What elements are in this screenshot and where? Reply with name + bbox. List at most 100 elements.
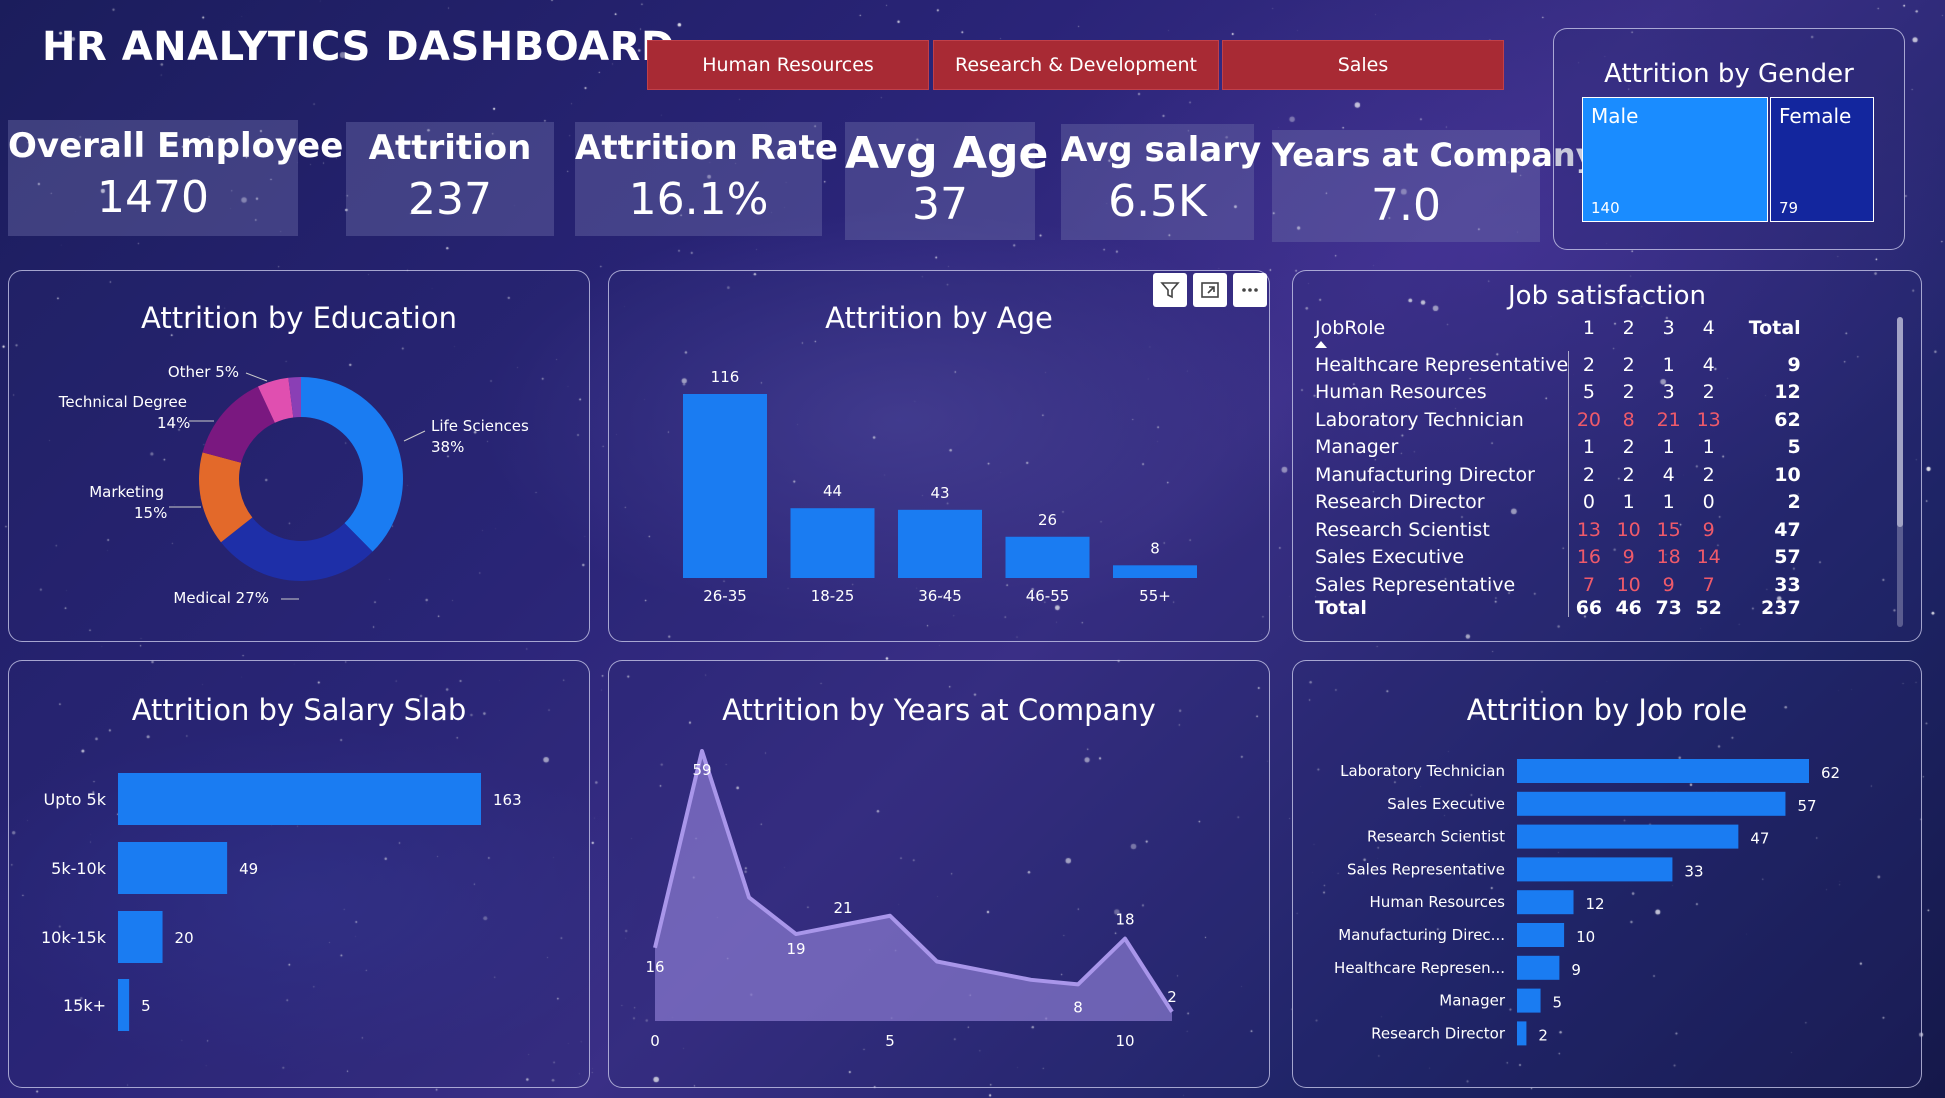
salary-bar [118, 979, 130, 1031]
y-tick-label: Sales Executive [1387, 795, 1505, 813]
bar-value-label: 163 [493, 791, 522, 809]
cell-total: 9 [1787, 353, 1801, 376]
cell-value: 1 [1662, 491, 1675, 514]
area-fill [655, 751, 1172, 1021]
treemap-tile-male[interactable]: Male 140 [1582, 97, 1768, 222]
kpi-label: Avg salary [1061, 130, 1262, 170]
slice-label: Other 5% [168, 363, 239, 381]
cell-value: 1 [1662, 353, 1675, 376]
cell-value: 46 [1615, 596, 1642, 619]
cell-value: 73 [1655, 596, 1682, 619]
column-header-1[interactable]: 1 [1569, 315, 1609, 351]
point-value-label: 16 [645, 958, 664, 976]
table-row[interactable]: Manufacturing Director 2 2 4 2 10 [1315, 461, 1801, 489]
tile-label: Female [1779, 104, 1852, 128]
dept-button-sales[interactable]: Sales [1222, 40, 1504, 90]
x-tick-label: 0 [650, 1032, 660, 1050]
kpi-label: Attrition [368, 128, 532, 168]
table-row[interactable]: Sales Executive 16 9 18 14 57 [1315, 543, 1801, 571]
salary-bar [118, 911, 163, 963]
jobrole-bar [1517, 955, 1560, 980]
column-header-3[interactable]: 3 [1649, 315, 1689, 351]
y-tick-label: Manager [1439, 992, 1506, 1010]
cell-jobrole: Manufacturing Director [1315, 461, 1570, 489]
cell-value: 2 [1622, 353, 1635, 376]
x-tick-label: 55+ [1139, 587, 1171, 605]
cell-value: 5 [1582, 381, 1595, 404]
table-row[interactable]: Research Scientist 13 10 15 9 47 [1315, 516, 1801, 544]
bar-value-label: 2 [1538, 1026, 1548, 1044]
gender-title: Attrition by Gender [1604, 59, 1854, 89]
point-value-label: 18 [1115, 911, 1134, 929]
bar-value-label: 26 [1038, 511, 1057, 529]
cell-value: 8 [1622, 408, 1635, 431]
salary-panel: Attrition by Salary Slab Upto 5k 163 5k-10… [8, 660, 590, 1088]
job-satisfaction-panel: Job satisfaction JobRole 1 2 3 4 Total H… [1292, 270, 1922, 642]
sort-ascending-icon [1315, 341, 1327, 348]
slice-label: 38% [431, 438, 464, 456]
column-header-4[interactable]: 4 [1689, 315, 1729, 351]
cell-total: 2 [1787, 491, 1801, 514]
cell-jobrole: Healthcare Representative [1315, 351, 1570, 379]
y-tick-label: 10k-15k [41, 928, 107, 947]
jobrole-panel: Attrition by Job role Laboratory Technic… [1292, 660, 1922, 1088]
cell-value: 14 [1696, 546, 1721, 569]
treemap-tile-female[interactable]: Female 79 [1770, 97, 1874, 222]
y-tick-label: Human Resources [1370, 893, 1506, 911]
table-row[interactable]: Sales Representative 7 10 9 7 33 [1315, 571, 1801, 599]
years-area-chart: 16 59 19 21 8 18 2 0 5 10 [645, 749, 1177, 1050]
cell-total: 62 [1774, 408, 1801, 431]
x-tick-label: 18-25 [811, 587, 855, 605]
table-row[interactable]: Research Director 0 1 1 0 2 [1315, 488, 1801, 516]
bar-value-label: 62 [1821, 764, 1840, 782]
dept-button-human-resources[interactable]: Human Resources [647, 40, 929, 90]
point-value-label: 2 [1167, 988, 1177, 1006]
y-tick-label: Manufacturing Direc... [1338, 926, 1505, 944]
table-row[interactable]: Healthcare Representative 2 2 1 4 9 [1315, 351, 1801, 379]
cell-value: 9 [1662, 573, 1675, 596]
point-value-label: 21 [833, 899, 852, 917]
dashboard-title: HR ANALYTICS DASHBOARD [42, 24, 675, 70]
kpi-attrition-rate: Attrition Rate 16.1% [575, 122, 838, 236]
cell-jobrole: Sales Representative [1315, 571, 1570, 599]
dept-button-research-development[interactable]: Research & Development [933, 40, 1219, 90]
cell-value: 10 [1616, 573, 1641, 596]
column-header-2[interactable]: 2 [1609, 315, 1649, 351]
cell-value: 2 [1582, 463, 1595, 486]
cell-value: 7 [1582, 573, 1595, 596]
bar-value-label: 116 [711, 368, 740, 386]
table-row[interactable]: Laboratory Technician 20 8 21 13 62 [1315, 406, 1801, 434]
kpi-label: Avg Age [845, 128, 1049, 179]
slice-label: Technical Degree [58, 393, 187, 411]
cell-value: 2 [1622, 463, 1635, 486]
cell-total: 57 [1774, 546, 1801, 569]
bar-value-label: 43 [930, 484, 949, 502]
cell-value: 4 [1662, 463, 1675, 486]
jobrole-bar [1517, 759, 1809, 783]
cell-total: 47 [1774, 518, 1801, 541]
cell-value: 3 [1662, 381, 1675, 404]
kpi-avg-salary: Avg salary 6.5K [1061, 124, 1262, 240]
column-header-jobrole[interactable]: JobRole [1315, 315, 1569, 351]
cell-value: 2 [1622, 436, 1635, 459]
bar-value-label: 20 [175, 929, 194, 947]
slice-label: Marketing [89, 483, 164, 501]
cell-jobrole: Research Director [1315, 488, 1570, 516]
leader-line [245, 372, 268, 382]
cell-value: 20 [1576, 408, 1602, 431]
slice-label: Medical 27% [173, 589, 269, 607]
table-row[interactable]: Human Resources 5 2 3 2 12 [1315, 378, 1801, 406]
table-header-row: JobRole 1 2 3 4 Total [1315, 315, 1801, 351]
column-header-total[interactable]: Total [1729, 315, 1801, 351]
table-total-row[interactable]: Total 66 46 73 52 237 [1315, 596, 1801, 619]
cell-value: 66 [1575, 596, 1603, 619]
kpi-avg-age: Avg Age 37 [845, 122, 1049, 240]
age-bar [683, 394, 767, 578]
table-row[interactable]: Manager 1 2 1 1 5 [1315, 433, 1801, 461]
cell-jobrole: Human Resources [1315, 378, 1570, 406]
salary-bar [118, 773, 481, 825]
cell-value: 1 [1702, 436, 1715, 459]
table-scrollbar[interactable] [1897, 317, 1903, 627]
slice-label: 14% [157, 414, 190, 432]
bar-value-label: 44 [823, 482, 842, 500]
